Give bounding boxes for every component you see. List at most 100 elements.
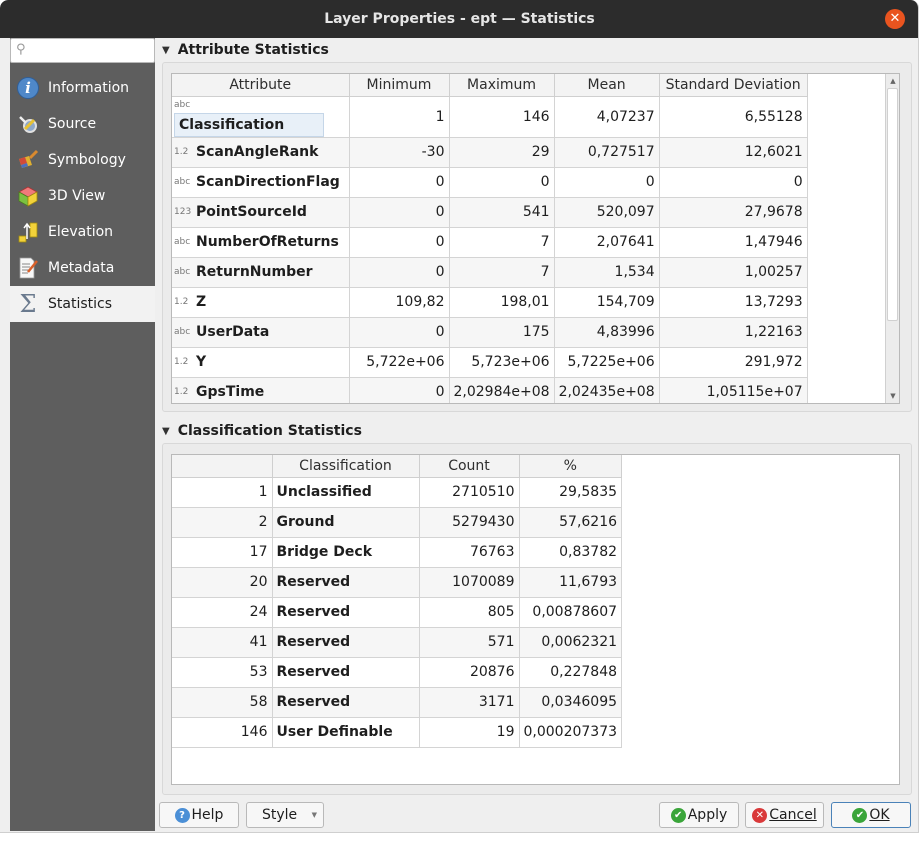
- maximum-cell[interactable]: 146: [449, 96, 555, 138]
- count-cell[interactable]: 19: [419, 717, 520, 748]
- maximum-cell[interactable]: 198,01: [449, 287, 555, 318]
- minimum-cell[interactable]: 0: [349, 257, 450, 288]
- sidebar-item-symbology[interactable]: Symbology: [10, 142, 155, 178]
- attribute-cell[interactable]: abc ScanDirectionFlag: [172, 167, 350, 198]
- attribute-cell[interactable]: 1.2 ScanAngleRank: [172, 137, 350, 168]
- class-name-cell[interactable]: Unclassified: [272, 477, 420, 508]
- class-code-cell[interactable]: 41: [172, 627, 273, 658]
- mean-cell[interactable]: 154,709: [554, 287, 660, 318]
- table-row[interactable]: 1.2 Y 5,722e+06 5,723e+06 5,7225e+06 291,972: [172, 347, 808, 378]
- scroll-down-icon[interactable]: ▼: [886, 389, 899, 403]
- minimum-cell[interactable]: 5,722e+06: [349, 347, 450, 378]
- sidebar-item-information[interactable]: i Information: [10, 70, 155, 106]
- table-row[interactable]: 123 PointSourceId 0 541 520,097 27,9678: [172, 197, 808, 228]
- minimum-cell[interactable]: 109,82: [349, 287, 450, 318]
- attribute-cell[interactable]: 123 PointSourceId: [172, 197, 350, 228]
- class-code-cell[interactable]: 24: [172, 597, 273, 628]
- maximum-cell[interactable]: 5,723e+06: [449, 347, 555, 378]
- table-row[interactable]: 58 Reserved 3171 0,0346095: [172, 687, 623, 718]
- count-cell[interactable]: 1070089: [419, 567, 520, 598]
- class-code-cell[interactable]: 20: [172, 567, 273, 598]
- minimum-cell[interactable]: 0: [349, 197, 450, 228]
- table-row[interactable]: abc ReturnNumber 0 7 1,534 1,00257: [172, 257, 808, 288]
- table-row[interactable]: 17 Bridge Deck 76763 0,83782: [172, 537, 623, 568]
- attribute-cell[interactable]: 1.2 GpsTime: [172, 377, 350, 403]
- table-row[interactable]: abc NumberOfReturns 0 7 2,07641 1,47946: [172, 227, 808, 258]
- table-row[interactable]: abc UserData 0 175 4,83996 1,22163: [172, 317, 808, 348]
- class-name-cell[interactable]: Reserved: [272, 687, 420, 718]
- class-name-cell[interactable]: Reserved: [272, 627, 420, 658]
- table-row[interactable]: 146 User Definable 19 0,000207373: [172, 717, 623, 748]
- table-row[interactable]: 41 Reserved 571 0,0062321: [172, 627, 623, 658]
- mean-cell[interactable]: 2,02435e+08: [554, 377, 660, 403]
- attribute-cell[interactable]: abc Classification: [172, 96, 350, 138]
- column-header-minimum[interactable]: Minimum: [349, 74, 450, 97]
- table-row[interactable]: 1 Unclassified 2710510 29,5835: [172, 477, 623, 508]
- scrollbar-thumb[interactable]: [887, 88, 898, 321]
- sidebar-item-metadata[interactable]: Metadata: [10, 250, 155, 286]
- table-row[interactable]: 1.2 GpsTime 0 2,02984e+08 2,02435e+08 1,05115…: [172, 377, 808, 403]
- cancel-button[interactable]: ✕ Cancel: [745, 802, 824, 828]
- maximum-cell[interactable]: 541: [449, 197, 555, 228]
- class-name-cell[interactable]: Reserved: [272, 597, 420, 628]
- mean-cell[interactable]: 520,097: [554, 197, 660, 228]
- std-dev-cell[interactable]: 13,7293: [659, 287, 808, 318]
- class-name-cell[interactable]: User Definable: [272, 717, 420, 748]
- maximum-cell[interactable]: 0: [449, 167, 555, 198]
- maximum-cell[interactable]: 7: [449, 227, 555, 258]
- count-cell[interactable]: 2710510: [419, 477, 520, 508]
- help-button[interactable]: ? Help: [159, 802, 239, 828]
- percent-cell[interactable]: 0,0062321: [519, 627, 623, 658]
- class-name-cell[interactable]: Bridge Deck: [272, 537, 420, 568]
- minimum-cell[interactable]: -30: [349, 137, 450, 168]
- column-header-attribute[interactable]: Attribute: [172, 74, 350, 97]
- minimum-cell[interactable]: 0: [349, 317, 450, 348]
- apply-button[interactable]: ✔ Apply: [659, 802, 739, 828]
- minimum-cell[interactable]: 0: [349, 377, 450, 403]
- sidebar-item-source[interactable]: Source: [10, 106, 155, 142]
- table-row[interactable]: 1.2 Z 109,82 198,01 154,709 13,7293: [172, 287, 808, 318]
- class-code-cell[interactable]: 2: [172, 507, 273, 538]
- percent-cell[interactable]: 29,5835: [519, 477, 623, 508]
- column-header-maximum[interactable]: Maximum: [449, 74, 555, 97]
- attribute-cell[interactable]: 1.2 Z: [172, 287, 350, 318]
- percent-cell[interactable]: 11,6793: [519, 567, 623, 598]
- class-code-cell[interactable]: 1: [172, 477, 273, 508]
- percent-cell[interactable]: 0,0346095: [519, 687, 623, 718]
- count-cell[interactable]: 571: [419, 627, 520, 658]
- column-header-percent[interactable]: %: [519, 455, 623, 478]
- sidebar-item-3d-view[interactable]: 3D View: [10, 178, 155, 214]
- class-code-cell[interactable]: 58: [172, 687, 273, 718]
- count-cell[interactable]: 805: [419, 597, 520, 628]
- mean-cell[interactable]: 1,534: [554, 257, 660, 288]
- std-dev-cell[interactable]: 6,55128: [659, 96, 808, 138]
- table-row[interactable]: 20 Reserved 1070089 11,6793: [172, 567, 623, 598]
- percent-cell[interactable]: 0,00878607: [519, 597, 623, 628]
- maximum-cell[interactable]: 2,02984e+08: [449, 377, 555, 403]
- mean-cell[interactable]: 0: [554, 167, 660, 198]
- percent-cell[interactable]: 57,6216: [519, 507, 623, 538]
- column-header-standard-deviation[interactable]: Standard Deviation: [659, 74, 808, 97]
- class-name-cell[interactable]: Reserved: [272, 657, 420, 688]
- attribute-statistics-header[interactable]: ▼ Attribute Statistics: [162, 42, 329, 58]
- attribute-cell[interactable]: abc ReturnNumber: [172, 257, 350, 288]
- style-dropdown-button[interactable]: Style ▼: [246, 802, 324, 828]
- class-name-cell[interactable]: Reserved: [272, 567, 420, 598]
- mean-cell[interactable]: 2,07641: [554, 227, 660, 258]
- ok-button[interactable]: ✔ OK: [831, 802, 911, 828]
- attribute-table-scrollbar[interactable]: ▲ ▼: [885, 74, 899, 403]
- column-header-code[interactable]: [172, 455, 273, 478]
- mean-cell[interactable]: 4,83996: [554, 317, 660, 348]
- mean-cell[interactable]: 5,7225e+06: [554, 347, 660, 378]
- maximum-cell[interactable]: 29: [449, 137, 555, 168]
- sidebar-search-input[interactable]: ⚲: [10, 38, 155, 63]
- minimum-cell[interactable]: 0: [349, 227, 450, 258]
- scroll-up-icon[interactable]: ▲: [886, 74, 899, 88]
- std-dev-cell[interactable]: 1,47946: [659, 227, 808, 258]
- table-row[interactable]: abc Classification 1 146 4,07237 6,55128: [172, 96, 808, 138]
- attribute-cell[interactable]: 1.2 Y: [172, 347, 350, 378]
- classification-statistics-header[interactable]: ▼ Classification Statistics: [162, 423, 362, 439]
- column-header-classification[interactable]: Classification: [272, 455, 420, 478]
- column-header-mean[interactable]: Mean: [554, 74, 660, 97]
- minimum-cell[interactable]: 0: [349, 167, 450, 198]
